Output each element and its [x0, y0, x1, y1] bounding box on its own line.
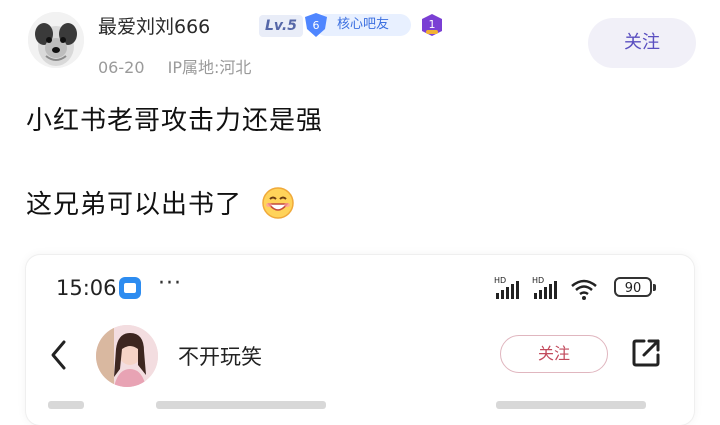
status-time: 15:06	[56, 276, 117, 300]
embedded-screenshot[interactable]: 15:06 ··· HD HD 90 不开玩笑 关注	[26, 255, 694, 425]
next-row-peek	[26, 397, 694, 425]
follow-button[interactable]: 关注	[588, 18, 696, 68]
peek-text	[156, 401, 326, 409]
signal-label-1: HD	[494, 276, 506, 285]
post-date: 06-20	[98, 58, 145, 77]
post-content-line-2: 这兄弟可以出书了	[26, 184, 295, 221]
profile-nav-row: 不开玩笑 关注	[26, 325, 694, 387]
ip-location: IP属地:河北	[167, 58, 252, 77]
app-notification-icon	[119, 277, 141, 299]
profile-avatar[interactable]	[96, 325, 158, 387]
profile-name[interactable]: 不开玩笑	[178, 341, 262, 371]
signal-label-2: HD	[532, 276, 544, 285]
battery-indicator: 90	[614, 277, 656, 297]
chevron-left-icon[interactable]	[48, 339, 70, 371]
peek-text-right	[496, 401, 646, 409]
post-meta: 06-20 IP属地:河北	[98, 54, 269, 78]
member-badge-icon: 1	[422, 14, 442, 36]
grinning-face-emoji-icon	[262, 186, 295, 219]
signal-bars-icon: HD HD	[494, 276, 597, 300]
level-badge: Lv.5	[259, 15, 303, 37]
dog-avatar-icon	[28, 12, 84, 68]
peek-thumbnail	[48, 401, 84, 409]
member-badge: 1	[420, 13, 444, 37]
username[interactable]: 最爱刘刘666	[98, 12, 210, 39]
post-content-text-2: 这兄弟可以出书了	[26, 190, 243, 220]
core-level-number: 6	[313, 19, 320, 32]
profile-follow-button[interactable]: 关注	[500, 335, 608, 373]
core-badge-label: 核心吧友	[315, 14, 411, 36]
shield-icon: 6	[305, 13, 327, 37]
core-member-badge: 核心吧友 6	[303, 12, 411, 38]
wifi-icon	[571, 279, 597, 300]
post-content-line-1: 小红书老哥攻击力还是强	[26, 106, 324, 136]
post-header: 最爱刘刘666 Lv.5 核心吧友 6 1 06-20 IP属地:河北 关注	[0, 0, 720, 90]
user-avatar[interactable]	[28, 12, 84, 68]
member-badge-number: 1	[429, 18, 436, 31]
profile-avatar-image	[96, 325, 158, 387]
more-notifications-icon: ···	[158, 271, 182, 296]
share-icon[interactable]	[630, 337, 662, 369]
